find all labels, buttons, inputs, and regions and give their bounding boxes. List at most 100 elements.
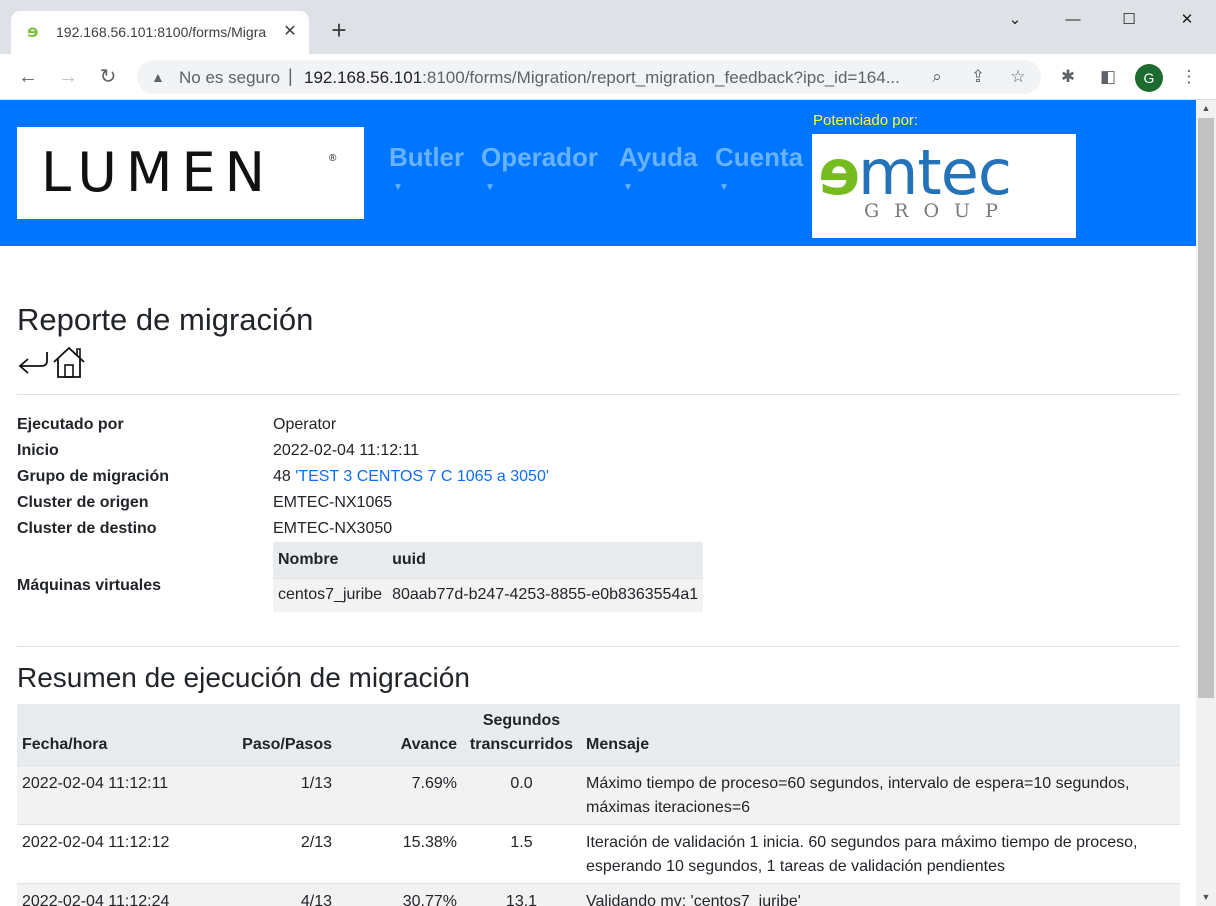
warning-icon[interactable]: ▲ bbox=[151, 68, 169, 86]
forward-button[interactable]: → bbox=[53, 62, 83, 92]
table-row: 2022-02-04 11:12:24 4/13 30.77% 13.1 Val… bbox=[17, 882, 1180, 906]
vms-label: Máquinas virtuales bbox=[17, 577, 162, 594]
table-row: 2022-02-04 11:12:12 2/13 15.38% 1.5 Iter… bbox=[17, 823, 1180, 883]
reload-button[interactable]: ↻ bbox=[93, 62, 123, 92]
vm-uuid-header: uuid bbox=[387, 542, 704, 578]
caret-down-icon[interactable]: ▼ bbox=[485, 182, 495, 193]
security-indicator[interactable]: No es seguro bbox=[179, 68, 280, 88]
executed-by-value: Operator bbox=[273, 416, 337, 433]
back-button[interactable]: ← bbox=[13, 62, 43, 92]
source-cluster-label: Cluster de origen bbox=[17, 494, 149, 511]
bookmark-star-icon[interactable]: ☆ bbox=[1008, 67, 1028, 87]
extensions-icon[interactable]: ✱ bbox=[1057, 66, 1079, 88]
menu-cuenta[interactable]: Cuenta bbox=[715, 142, 803, 173]
new-tab-button[interactable]: + bbox=[326, 17, 352, 44]
date-cell: 2022-02-04 11:12:12 bbox=[17, 823, 200, 883]
date-cell: 2022-02-04 11:12:11 bbox=[17, 764, 200, 824]
group-link[interactable]: 'TEST 3 CENTOS 7 C 1065 a 3050' bbox=[295, 468, 549, 485]
summary-table-header: Fecha/hora Paso/Pasos Avance Segundos tra… bbox=[17, 704, 1180, 765]
seconds-header-line1: Segundos bbox=[482, 711, 561, 729]
message-cell: Iteración de validación 1 inicia. 60 seg… bbox=[581, 823, 1180, 883]
emtec-logo-e: e bbox=[818, 136, 861, 209]
menu-ayuda[interactable]: Ayuda bbox=[619, 142, 698, 173]
start-label: Inicio bbox=[17, 442, 59, 459]
seconds-header: Segundos transcurridos bbox=[462, 704, 581, 765]
home-icon[interactable] bbox=[52, 345, 86, 379]
menu-operador[interactable]: Operador bbox=[481, 142, 598, 173]
close-tab-icon[interactable]: ✕ bbox=[281, 23, 299, 41]
message-header: Mensaje bbox=[581, 704, 1180, 765]
lumen-logo-text: LUMEN bbox=[41, 141, 275, 204]
start-value: 2022-02-04 11:12:11 bbox=[273, 442, 420, 459]
registered-mark-icon: ® bbox=[329, 153, 337, 164]
lumen-logo[interactable]: LUMEN ® bbox=[17, 127, 364, 219]
progress-cell: 30.77% bbox=[337, 882, 462, 906]
scroll-up-arrow-icon[interactable]: ▲ bbox=[1196, 100, 1216, 117]
table-row: centos7_juribe 80aab77d-b247-4253-8855-e… bbox=[273, 577, 704, 612]
browser-tab[interactable]: ɘ 192.168.56.101:8100/forms/Migra ✕ bbox=[11, 11, 309, 54]
url-path: :8100/forms/Migration/report_migration_f… bbox=[422, 68, 900, 87]
summary-title: Resumen de ejecución de migración bbox=[17, 662, 470, 693]
back-arrow-icon[interactable] bbox=[17, 350, 49, 376]
emtec-logo: e mtec GROUP bbox=[812, 134, 1076, 238]
side-panel-icon[interactable]: ◧ bbox=[1097, 66, 1119, 88]
vm-table-header: Nombre uuid bbox=[273, 542, 704, 578]
share-icon[interactable]: ⇪ bbox=[968, 67, 988, 87]
step-cell: 2/13 bbox=[200, 823, 337, 883]
powered-by-label: Potenciado por: bbox=[813, 112, 919, 129]
seconds-cell: 0.0 bbox=[462, 764, 581, 824]
progress-cell: 7.69% bbox=[337, 764, 462, 824]
scroll-down-arrow-icon[interactable]: ▼ bbox=[1196, 889, 1216, 906]
emtec-logo-subtitle: GROUP bbox=[864, 200, 1013, 222]
emtec-logo-text: mtec bbox=[858, 136, 1012, 209]
page-title: Reporte de migración bbox=[17, 302, 314, 337]
table-row: 2022-02-04 11:12:11 1/13 7.69% 0.0 Máxim… bbox=[17, 764, 1180, 824]
target-cluster-label: Cluster de destino bbox=[17, 520, 157, 537]
step-cell: 4/13 bbox=[200, 882, 337, 906]
caret-down-icon[interactable]: ▼ bbox=[623, 182, 633, 193]
maximize-button[interactable]: ☐ bbox=[1100, 0, 1158, 40]
site-header: LUMEN ® Butler ▼ Operador ▼ Ayuda ▼ Cuen… bbox=[0, 100, 1196, 246]
omnibox-separator: | bbox=[288, 66, 293, 86]
seconds-header-line2: transcurridos bbox=[469, 735, 574, 753]
step-header: Paso/Pasos bbox=[200, 704, 337, 765]
step-cell: 1/13 bbox=[200, 764, 337, 824]
tab-search-icon[interactable]: ⌄ bbox=[986, 0, 1044, 40]
progress-header: Avance bbox=[337, 704, 462, 765]
caret-down-icon[interactable]: ▼ bbox=[393, 182, 403, 193]
divider bbox=[17, 646, 1180, 647]
vm-name-header: Nombre bbox=[273, 542, 388, 578]
message-cell: Máximo tiempo de proceso=60 segundos, in… bbox=[581, 764, 1180, 824]
vertical-scrollbar[interactable]: ▲ ▼ bbox=[1196, 100, 1216, 906]
seconds-cell: 13.1 bbox=[462, 882, 581, 906]
message-cell: Validando mv: 'centos7_juribe' bbox=[581, 882, 1180, 906]
seconds-cell: 1.5 bbox=[462, 823, 581, 883]
divider bbox=[17, 394, 1180, 395]
vm-name-cell: centos7_juribe bbox=[273, 577, 388, 612]
date-cell: 2022-02-04 11:12:24 bbox=[17, 882, 200, 906]
target-cluster-value: EMTEC-NX3050 bbox=[273, 520, 393, 537]
source-cluster-value: EMTEC-NX1065 bbox=[273, 494, 393, 511]
progress-cell: 15.38% bbox=[337, 823, 462, 883]
date-header: Fecha/hora bbox=[17, 704, 200, 765]
tab-title: 192.168.56.101:8100/forms/Migra bbox=[56, 24, 267, 40]
close-window-button[interactable]: ✕ bbox=[1158, 0, 1216, 40]
scroll-thumb[interactable] bbox=[1198, 118, 1214, 698]
group-id: 48 bbox=[273, 468, 291, 485]
emtec-favicon-icon: ɘ bbox=[27, 22, 39, 42]
executed-by-label: Ejecutado por bbox=[17, 416, 124, 433]
browser-menu-icon[interactable]: ⋮ bbox=[1178, 66, 1200, 88]
caret-down-icon[interactable]: ▼ bbox=[719, 182, 729, 193]
summary-table: Fecha/hora Paso/Pasos Avance Segundos tra… bbox=[17, 704, 1180, 906]
vm-table: Nombre uuid centos7_juribe 80aab77d-b247… bbox=[273, 542, 704, 612]
url-text[interactable]: 192.168.56.101:8100/forms/Migration/repo… bbox=[304, 68, 916, 88]
address-bar[interactable]: ▲ No es seguro | 192.168.56.101:8100/for… bbox=[137, 60, 1041, 94]
zoom-icon[interactable]: ⌕ bbox=[927, 67, 947, 87]
page-viewport: LUMEN ® Butler ▼ Operador ▼ Ayuda ▼ Cuen… bbox=[0, 100, 1196, 906]
browser-toolbar: ← → ↻ ▲ No es seguro | 192.168.56.101:81… bbox=[0, 54, 1216, 100]
minimize-button[interactable]: — bbox=[1044, 0, 1102, 40]
tab-strip: ɘ 192.168.56.101:8100/forms/Migra ✕ + ⌄ … bbox=[0, 0, 1216, 54]
menu-butler[interactable]: Butler bbox=[389, 142, 464, 173]
profile-avatar[interactable]: G bbox=[1135, 64, 1163, 92]
url-host: 192.168.56.101 bbox=[304, 68, 423, 87]
